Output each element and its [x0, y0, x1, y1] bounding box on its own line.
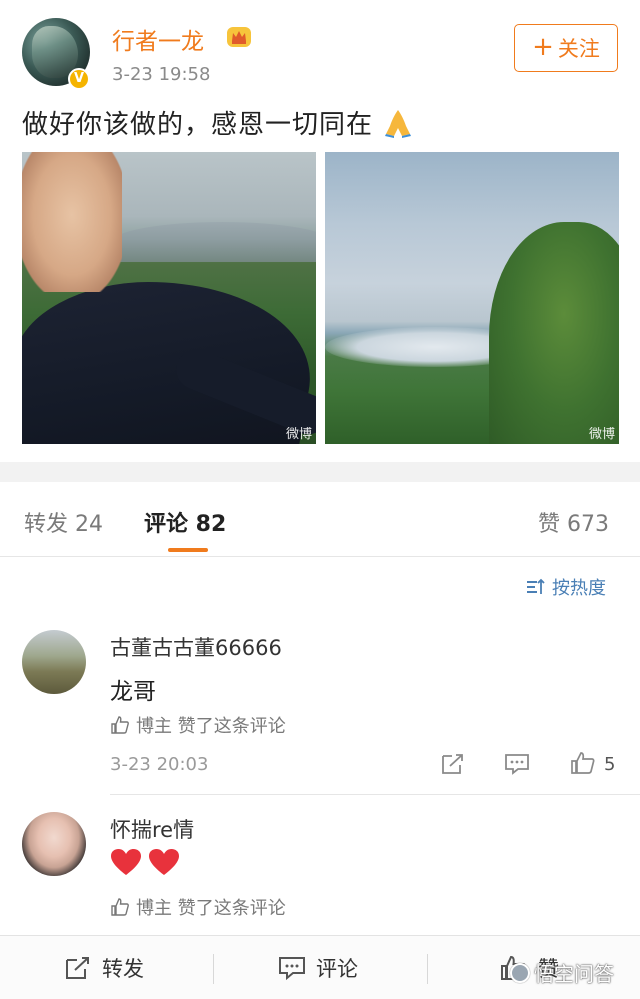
comment-time: 3-23 20:03 [110, 754, 209, 775]
sort-icon [527, 578, 545, 594]
author-liked-note: 博主 赞了这条评论 [110, 894, 286, 920]
tree-foliage [489, 222, 619, 444]
section-divider [0, 462, 640, 482]
active-tab-indicator [168, 548, 208, 552]
author-liked-text: 博主 赞了这条评论 [136, 716, 286, 737]
wukong-logo-icon [510, 962, 530, 983]
comment-icon [279, 957, 305, 981]
post-photo-1[interactable]: 微博 [22, 152, 316, 444]
heart-emoji-icon [149, 849, 179, 875]
commenter-avatar[interactable] [22, 630, 86, 694]
author-liked-note: 博主 赞了这条评论 [110, 712, 286, 738]
follow-button[interactable]: + 关注 [514, 24, 618, 72]
comment-text [110, 848, 186, 876]
plus-icon: + [532, 31, 554, 62]
comment-text: 龙哥 [110, 679, 156, 705]
tab-likes[interactable]: 赞 673 [538, 506, 609, 538]
heart-emoji-icon [111, 849, 141, 875]
repost-label: 转发 [102, 957, 144, 981]
follow-label: 关注 [557, 37, 600, 61]
post-photo-2[interactable]: 微博 [325, 152, 619, 444]
like-icon[interactable] [570, 751, 596, 775]
post-text: 做好你该做的，感恩一切同在 [22, 104, 414, 141]
author-liked-text: 博主 赞了这条评论 [136, 898, 286, 919]
comment-button[interactable]: 评论 [278, 936, 358, 999]
photo-watermark: 微博 [285, 427, 312, 442]
site-watermark: 悟空问答 [510, 958, 614, 987]
share-icon[interactable] [440, 752, 466, 776]
commenter-avatar[interactable] [22, 812, 86, 876]
person-head [22, 152, 122, 292]
commenter-name[interactable]: 怀揣re情 [110, 814, 194, 844]
tab-repost[interactable]: 转发 24 [24, 506, 103, 538]
bar-separator [213, 954, 214, 984]
site-watermark-text: 悟空问答 [534, 962, 614, 986]
photo-watermark: 微博 [588, 427, 615, 442]
commenter-name[interactable]: 古董古古董66666 [110, 632, 282, 662]
repost-icon [66, 957, 89, 979]
comment-like-count: 5 [604, 754, 616, 775]
post-header: V 行者一龙 3-23 19:58 + 关注 [0, 0, 640, 100]
bar-separator [427, 954, 428, 984]
crown-icon [227, 27, 251, 47]
author-name[interactable]: 行者一龙 [112, 22, 204, 56]
verified-badge-icon: V [68, 68, 90, 90]
comment-label: 评论 [316, 957, 358, 981]
comment-separator [110, 794, 640, 795]
reply-icon[interactable] [504, 752, 530, 776]
sort-label: 按热度 [552, 578, 606, 599]
distant-hills [112, 222, 316, 262]
praying-hands-icon [385, 110, 412, 138]
post-text-content: 做好你该做的，感恩一切同在 [22, 110, 374, 140]
thumbs-up-icon [111, 898, 129, 916]
repost-button[interactable]: 转发 [64, 936, 144, 999]
thumbs-up-icon [111, 716, 129, 734]
tabs-divider [0, 556, 640, 557]
tab-comments[interactable]: 评论 82 [144, 506, 226, 538]
sort-button[interactable]: 按热度 [526, 574, 606, 600]
post-time: 3-23 19:58 [112, 64, 211, 85]
